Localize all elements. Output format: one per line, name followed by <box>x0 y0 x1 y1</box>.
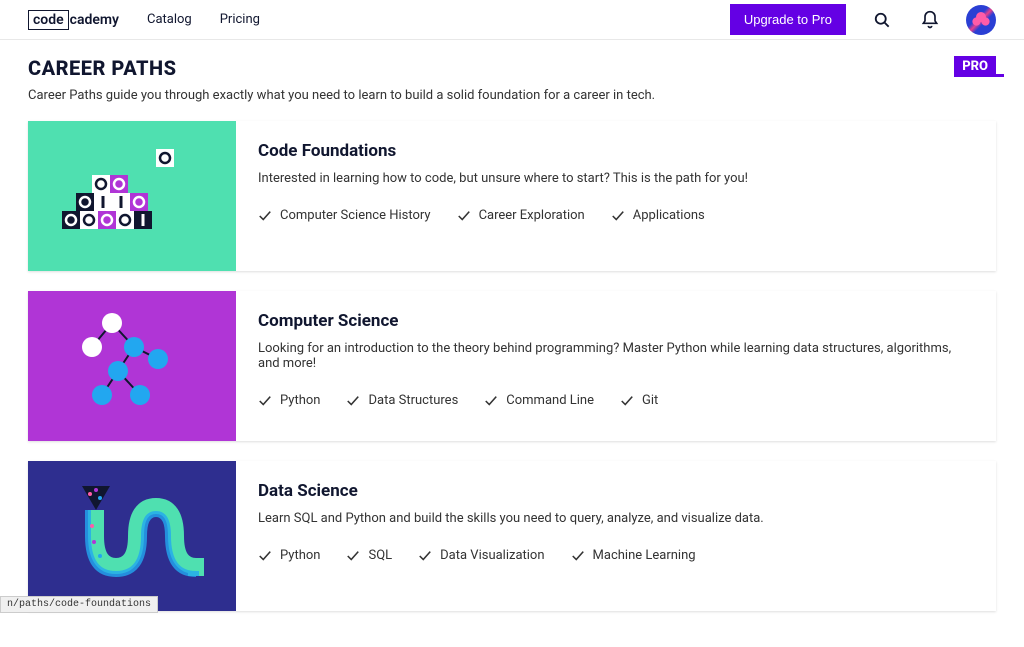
search-icon[interactable] <box>870 8 894 32</box>
topic-item: Applications <box>611 208 705 223</box>
topic-label: Applications <box>633 208 705 223</box>
notifications-icon[interactable] <box>918 8 942 32</box>
topic-label: Machine Learning <box>593 548 696 563</box>
card-description: Learn SQL and Python and build the skill… <box>258 511 974 526</box>
card-topics: Python Data Structures Command Line Git <box>258 393 974 408</box>
topic-item: Machine Learning <box>571 548 696 563</box>
card-illustration <box>28 291 236 441</box>
check-icon <box>258 209 272 223</box>
topic-item: Career Exploration <box>457 208 585 223</box>
nav-catalog[interactable]: Catalog <box>147 12 192 27</box>
check-icon <box>571 549 585 563</box>
card-body: Computer Science Looking for an introduc… <box>236 291 996 441</box>
card-topics: Computer Science History Career Explorat… <box>258 208 974 223</box>
topic-item: Data Visualization <box>418 548 544 563</box>
check-icon <box>611 209 625 223</box>
logo[interactable]: codecademy <box>28 10 119 30</box>
check-icon <box>346 394 360 408</box>
status-bar: n/paths/code-foundations <box>0 596 158 613</box>
topic-item: Python <box>258 548 320 563</box>
card-topics: Python SQL Data Visualization Machine Le… <box>258 548 974 563</box>
topic-item: Computer Science History <box>258 208 431 223</box>
check-icon <box>418 549 432 563</box>
topic-item: SQL <box>346 548 392 563</box>
topic-item: Data Structures <box>346 393 458 408</box>
card-title: Data Science <box>258 481 974 501</box>
nav-pricing[interactable]: Pricing <box>220 12 260 27</box>
check-icon <box>258 394 272 408</box>
topic-label: Computer Science History <box>280 208 431 223</box>
card-description: Looking for an introduction to the theor… <box>258 341 974 371</box>
pro-badge: PRO <box>954 56 996 77</box>
card-title: Computer Science <box>258 311 974 331</box>
topic-label: Command Line <box>506 393 594 408</box>
career-path-card[interactable]: Data Science Learn SQL and Python and bu… <box>28 461 996 611</box>
topic-label: Data Structures <box>368 393 458 408</box>
logo-box: code <box>28 10 69 30</box>
career-path-card[interactable]: Code Foundations Interested in learning … <box>28 121 996 271</box>
check-icon <box>484 394 498 408</box>
topic-label: Python <box>280 393 320 408</box>
card-body: Code Foundations Interested in learning … <box>236 121 996 271</box>
topic-label: Data Visualization <box>440 548 544 563</box>
page-title: CAREER PATHS <box>28 56 177 80</box>
check-icon <box>457 209 471 223</box>
content: CAREER PATHS PRO Career Paths guide you … <box>0 40 1024 647</box>
career-path-card[interactable]: Computer Science Looking for an introduc… <box>28 291 996 441</box>
page-description: Career Paths guide you through exactly w… <box>28 88 996 103</box>
card-illustration <box>28 121 236 271</box>
topic-item: Python <box>258 393 320 408</box>
card-body: Data Science Learn SQL and Python and bu… <box>236 461 996 611</box>
card-title: Code Foundations <box>258 141 974 161</box>
check-icon <box>258 549 272 563</box>
card-description: Interested in learning how to code, but … <box>258 171 974 186</box>
logo-rest: cademy <box>70 12 119 28</box>
header-right: Upgrade to Pro <box>730 4 996 35</box>
topic-label: Git <box>642 393 658 408</box>
topic-label: Career Exploration <box>479 208 585 223</box>
header-left: codecademy Catalog Pricing <box>28 10 260 30</box>
check-icon <box>346 549 360 563</box>
upgrade-button[interactable]: Upgrade to Pro <box>730 4 846 35</box>
main-header: codecademy Catalog Pricing Upgrade to Pr… <box>0 0 1024 40</box>
card-illustration <box>28 461 236 611</box>
avatar[interactable] <box>966 5 996 35</box>
topic-label: SQL <box>368 548 392 563</box>
topic-item: Git <box>620 393 658 408</box>
check-icon <box>620 394 634 408</box>
topic-item: Command Line <box>484 393 594 408</box>
topic-label: Python <box>280 548 320 563</box>
page-header: CAREER PATHS PRO <box>28 56 996 80</box>
